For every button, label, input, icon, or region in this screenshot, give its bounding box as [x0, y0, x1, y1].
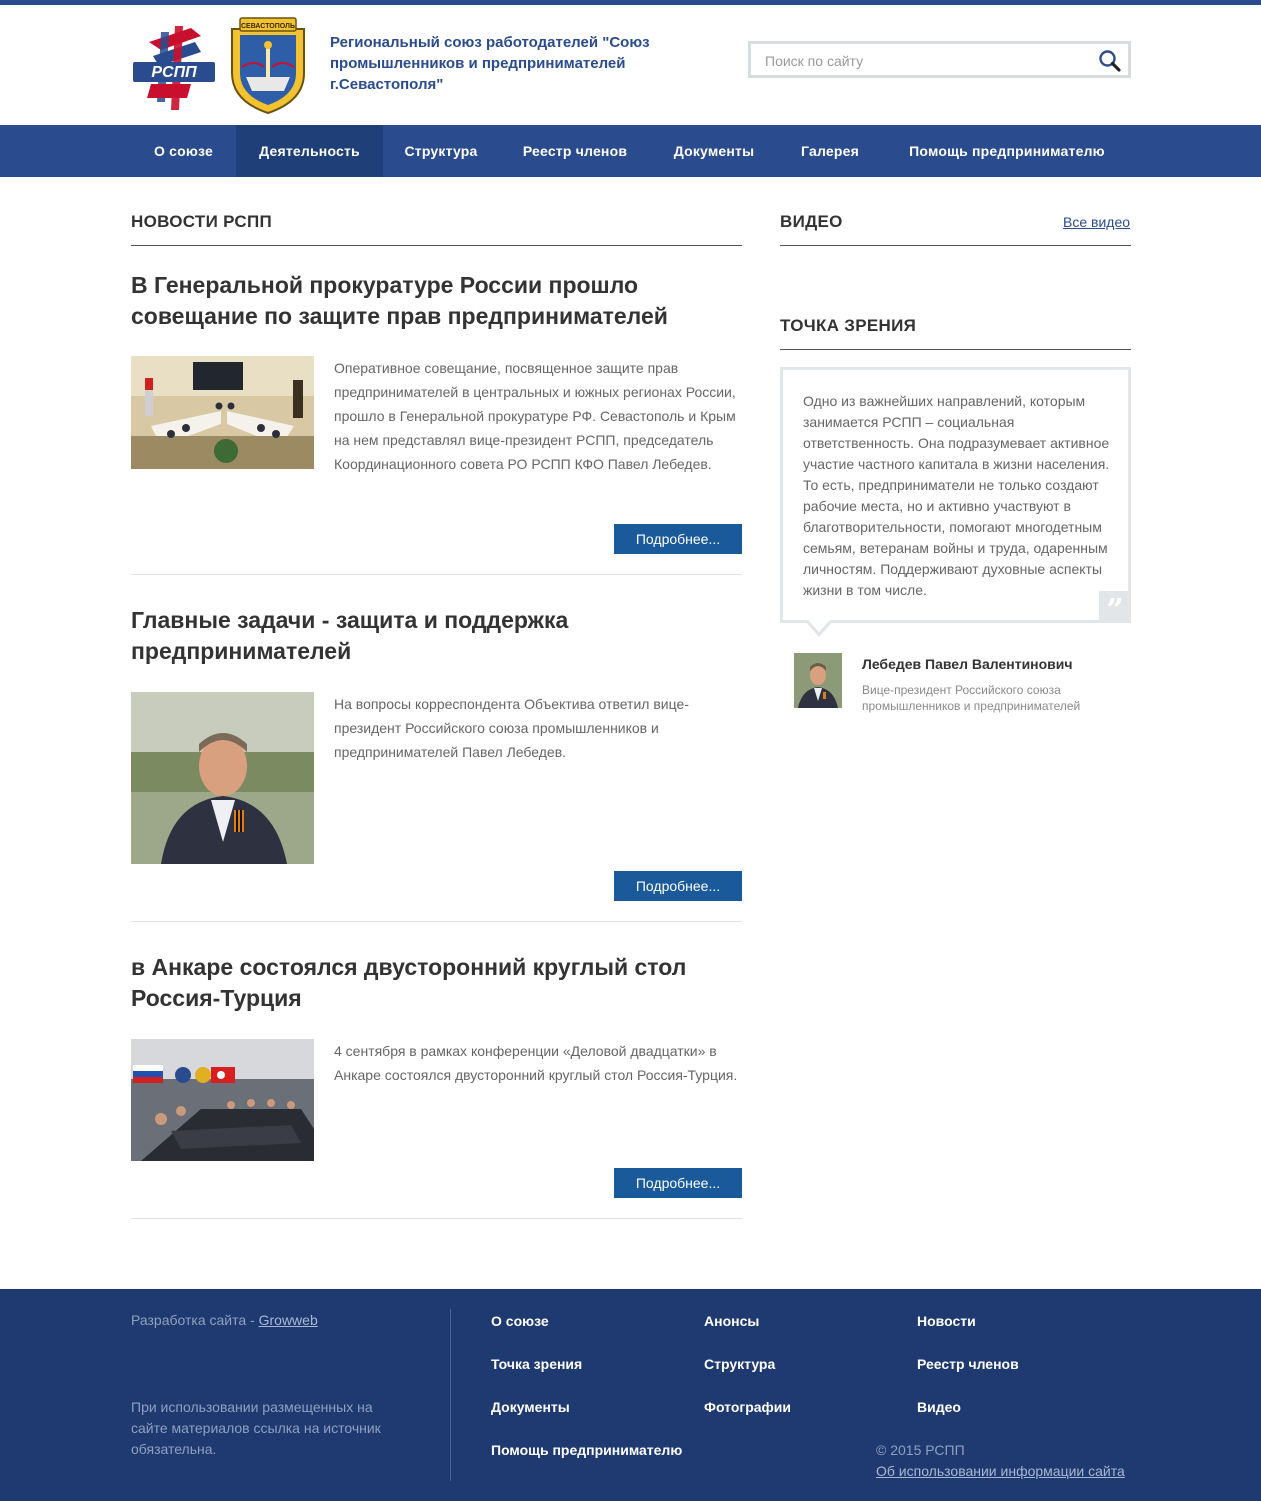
- news-more-button-2[interactable]: Подробнее...: [614, 871, 742, 901]
- main-nav: О союзе Деятельность Структура Реестр чл…: [0, 125, 1261, 177]
- quote-box: Одно из важнейших направлений, которым з…: [780, 367, 1131, 628]
- developer-credit-prefix: Разработка сайта -: [131, 1312, 259, 1328]
- author-name[interactable]: Лебедев Павел Валентинович: [862, 656, 1073, 672]
- news-text-2: На вопросы корреспондента Объектива отве…: [131, 692, 742, 872]
- footer-link-news[interactable]: Новости: [917, 1313, 976, 1329]
- news-separator: [131, 1218, 742, 1219]
- search-input[interactable]: [765, 50, 1085, 72]
- nav-item-documents[interactable]: Документы: [651, 125, 777, 177]
- news-text-3-body: 4 сентября в рамках конференции «Деловой…: [334, 1043, 738, 1083]
- news-text-3: 4 сентября в рамках конференции «Деловой…: [131, 1039, 742, 1169]
- news-section-rule: [131, 245, 742, 246]
- footer-link-photos[interactable]: Фотографии: [704, 1399, 791, 1415]
- search-box: [748, 41, 1131, 78]
- developer-link[interactable]: Growweb: [259, 1312, 318, 1328]
- news-separator: [131, 921, 742, 922]
- rspp-logo[interactable]: РСПП: [131, 22, 217, 110]
- nav-item-help[interactable]: Помощь предпринимателю: [883, 125, 1131, 177]
- nav-item-structure[interactable]: Структура: [383, 125, 499, 177]
- nav-item-members[interactable]: Реестр членов: [499, 125, 651, 177]
- site-header: РСПП СЕВАСТОПОЛЬ Региональный союз работ…: [0, 5, 1261, 125]
- video-section-title: ВИДЕО: [780, 212, 843, 231]
- news-title-3[interactable]: в Анкаре состоялся двусторонний круглый …: [131, 952, 731, 1014]
- nav-item-gallery[interactable]: Галерея: [777, 125, 883, 177]
- news-more-button-3[interactable]: Подробнее...: [614, 1168, 742, 1198]
- news-title-2[interactable]: Главные задачи - защита и поддержка пред…: [131, 605, 731, 667]
- opinion-section-rule: [780, 349, 1131, 350]
- news-separator: [131, 574, 742, 575]
- news-more-button-1[interactable]: Подробнее...: [614, 524, 742, 554]
- footer-link-video[interactable]: Видео: [917, 1399, 961, 1415]
- news-text-1-body: Оперативное совещание, посвященное защит…: [334, 360, 736, 472]
- footer-divider: [450, 1309, 451, 1481]
- quote-text: Одно из важнейших направлений, которым з…: [803, 393, 1110, 598]
- video-section-rule: [780, 245, 1131, 246]
- author-position: Вице-президент Российского союза промышл…: [862, 683, 1081, 713]
- news-section-title: НОВОСТИ РСПП: [131, 212, 272, 231]
- footer-link-about[interactable]: О союзе: [491, 1313, 549, 1329]
- news-text-1: Оперативное совещание, посвященное защит…: [131, 356, 742, 476]
- svg-text:СЕВАСТОПОЛЬ: СЕВАСТОПОЛЬ: [241, 23, 295, 30]
- search-icon[interactable]: [1098, 49, 1122, 73]
- usage-info-link[interactable]: Об использовании информации сайта: [876, 1463, 1125, 1479]
- quote-tail-inner: [808, 620, 830, 632]
- all-video-link[interactable]: Все видео: [1063, 214, 1130, 230]
- developer-credit: Разработка сайта - Growweb: [131, 1312, 318, 1328]
- footer-link-announcements[interactable]: Анонсы: [704, 1313, 759, 1329]
- organization-name: Региональный союз работодателей "Союз пр…: [330, 34, 650, 93]
- opinion-section-title: ТОЧКА ЗРЕНИЯ: [780, 316, 917, 335]
- nav-item-about[interactable]: О союзе: [131, 125, 236, 177]
- sevastopol-coat-of-arms: СЕВАСТОПОЛЬ: [231, 17, 305, 115]
- footer-link-members[interactable]: Реестр членов: [917, 1356, 1019, 1372]
- copyright-note: При использовании размещенных на сайте м…: [131, 1399, 381, 1457]
- footer-link-opinion[interactable]: Точка зрения: [491, 1356, 582, 1372]
- svg-text:РСПП: РСПП: [151, 64, 197, 81]
- copyright: © 2015 РСПП: [876, 1442, 965, 1458]
- footer-link-structure[interactable]: Структура: [704, 1356, 775, 1372]
- site-footer: Разработка сайта - Growweb При использов…: [0, 1289, 1261, 1501]
- news-title-1[interactable]: В Генеральной прокуратуре России прошло …: [131, 270, 731, 332]
- nav-item-activity[interactable]: Деятельность: [236, 125, 383, 177]
- footer-link-help[interactable]: Помощь предпринимателю: [491, 1442, 682, 1458]
- footer-link-documents[interactable]: Документы: [491, 1399, 570, 1415]
- quote-marks-icon: ”: [1099, 591, 1131, 628]
- news-text-2-body: На вопросы корреспондента Объектива отве…: [334, 696, 689, 760]
- author-avatar[interactable]: [794, 653, 842, 708]
